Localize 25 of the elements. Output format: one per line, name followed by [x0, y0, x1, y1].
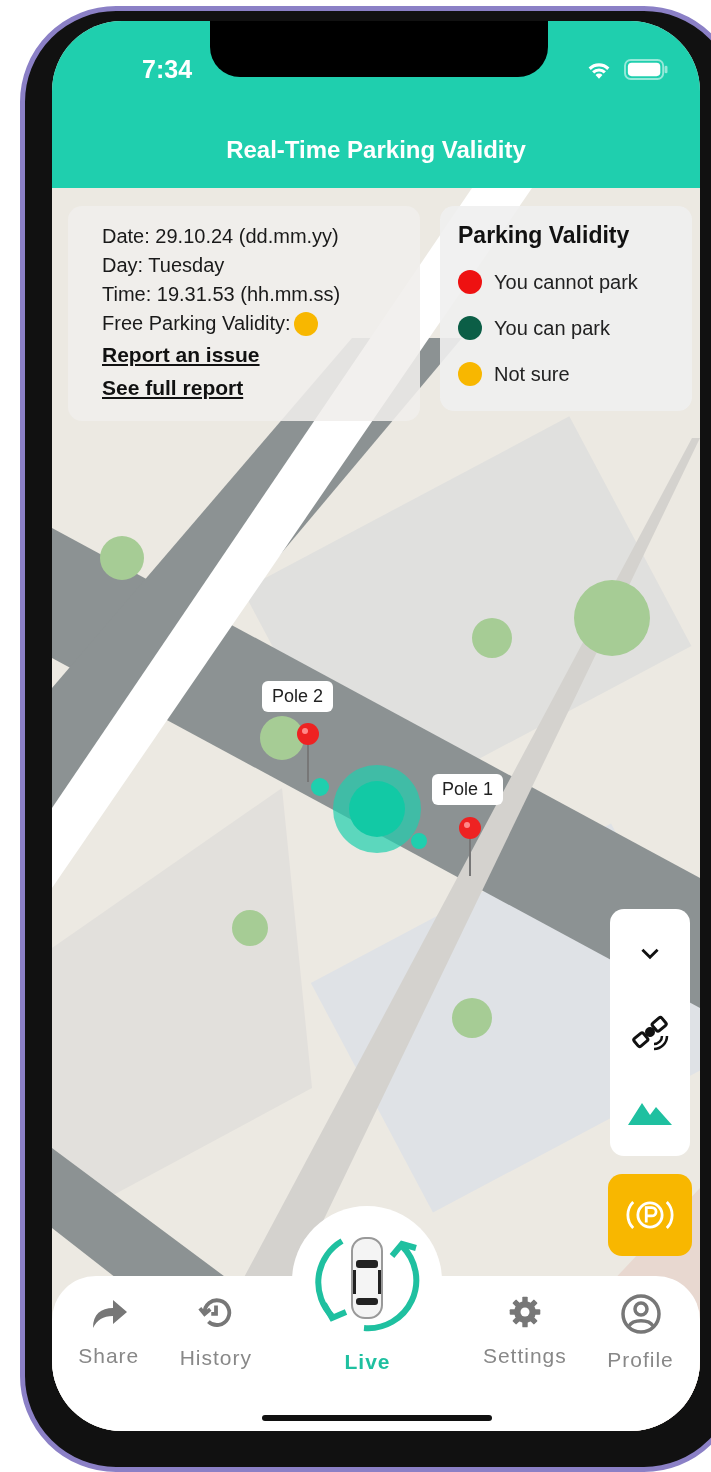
report-link[interactable]: Report an issue [102, 338, 260, 371]
location-dot-icon [311, 765, 427, 853]
tab-button[interactable]: Profile [607, 1294, 674, 1372]
parking-button[interactable] [608, 1174, 692, 1256]
validity-label: Free Parking Validity: [102, 311, 291, 336]
legend-title: Parking Validity [458, 222, 631, 249]
pole-label: Pole 2 [262, 681, 334, 712]
report-link[interactable]: See full report [102, 371, 244, 404]
tab-button[interactable]: Settings [482, 1294, 567, 1368]
battery-icon [624, 59, 668, 80]
pin-icon[interactable] [296, 722, 320, 782]
pole-label: Pole 1 [432, 774, 504, 805]
profile-icon [620, 1294, 661, 1334]
tab-button[interactable]: Live [292, 1206, 443, 1374]
info-text: Time: 19.31.53 (hh.mm.ss) [102, 282, 342, 307]
tab-button[interactable]: History [179, 1294, 253, 1370]
info-text: Day: Tuesday [102, 253, 226, 278]
legend-label: You can park [494, 316, 610, 340]
info-text: Date: 29.10.24 (dd.mm.yy) [102, 224, 340, 249]
legend-label: Not sure [494, 362, 570, 386]
pin-icon[interactable] [458, 816, 482, 876]
tab-button[interactable]: Share [78, 1294, 140, 1368]
status-time: 7:34 [142, 55, 193, 84]
legend-label: You cannot park [494, 270, 638, 294]
screen-title: Real-Time Parking Validity [225, 136, 527, 164]
